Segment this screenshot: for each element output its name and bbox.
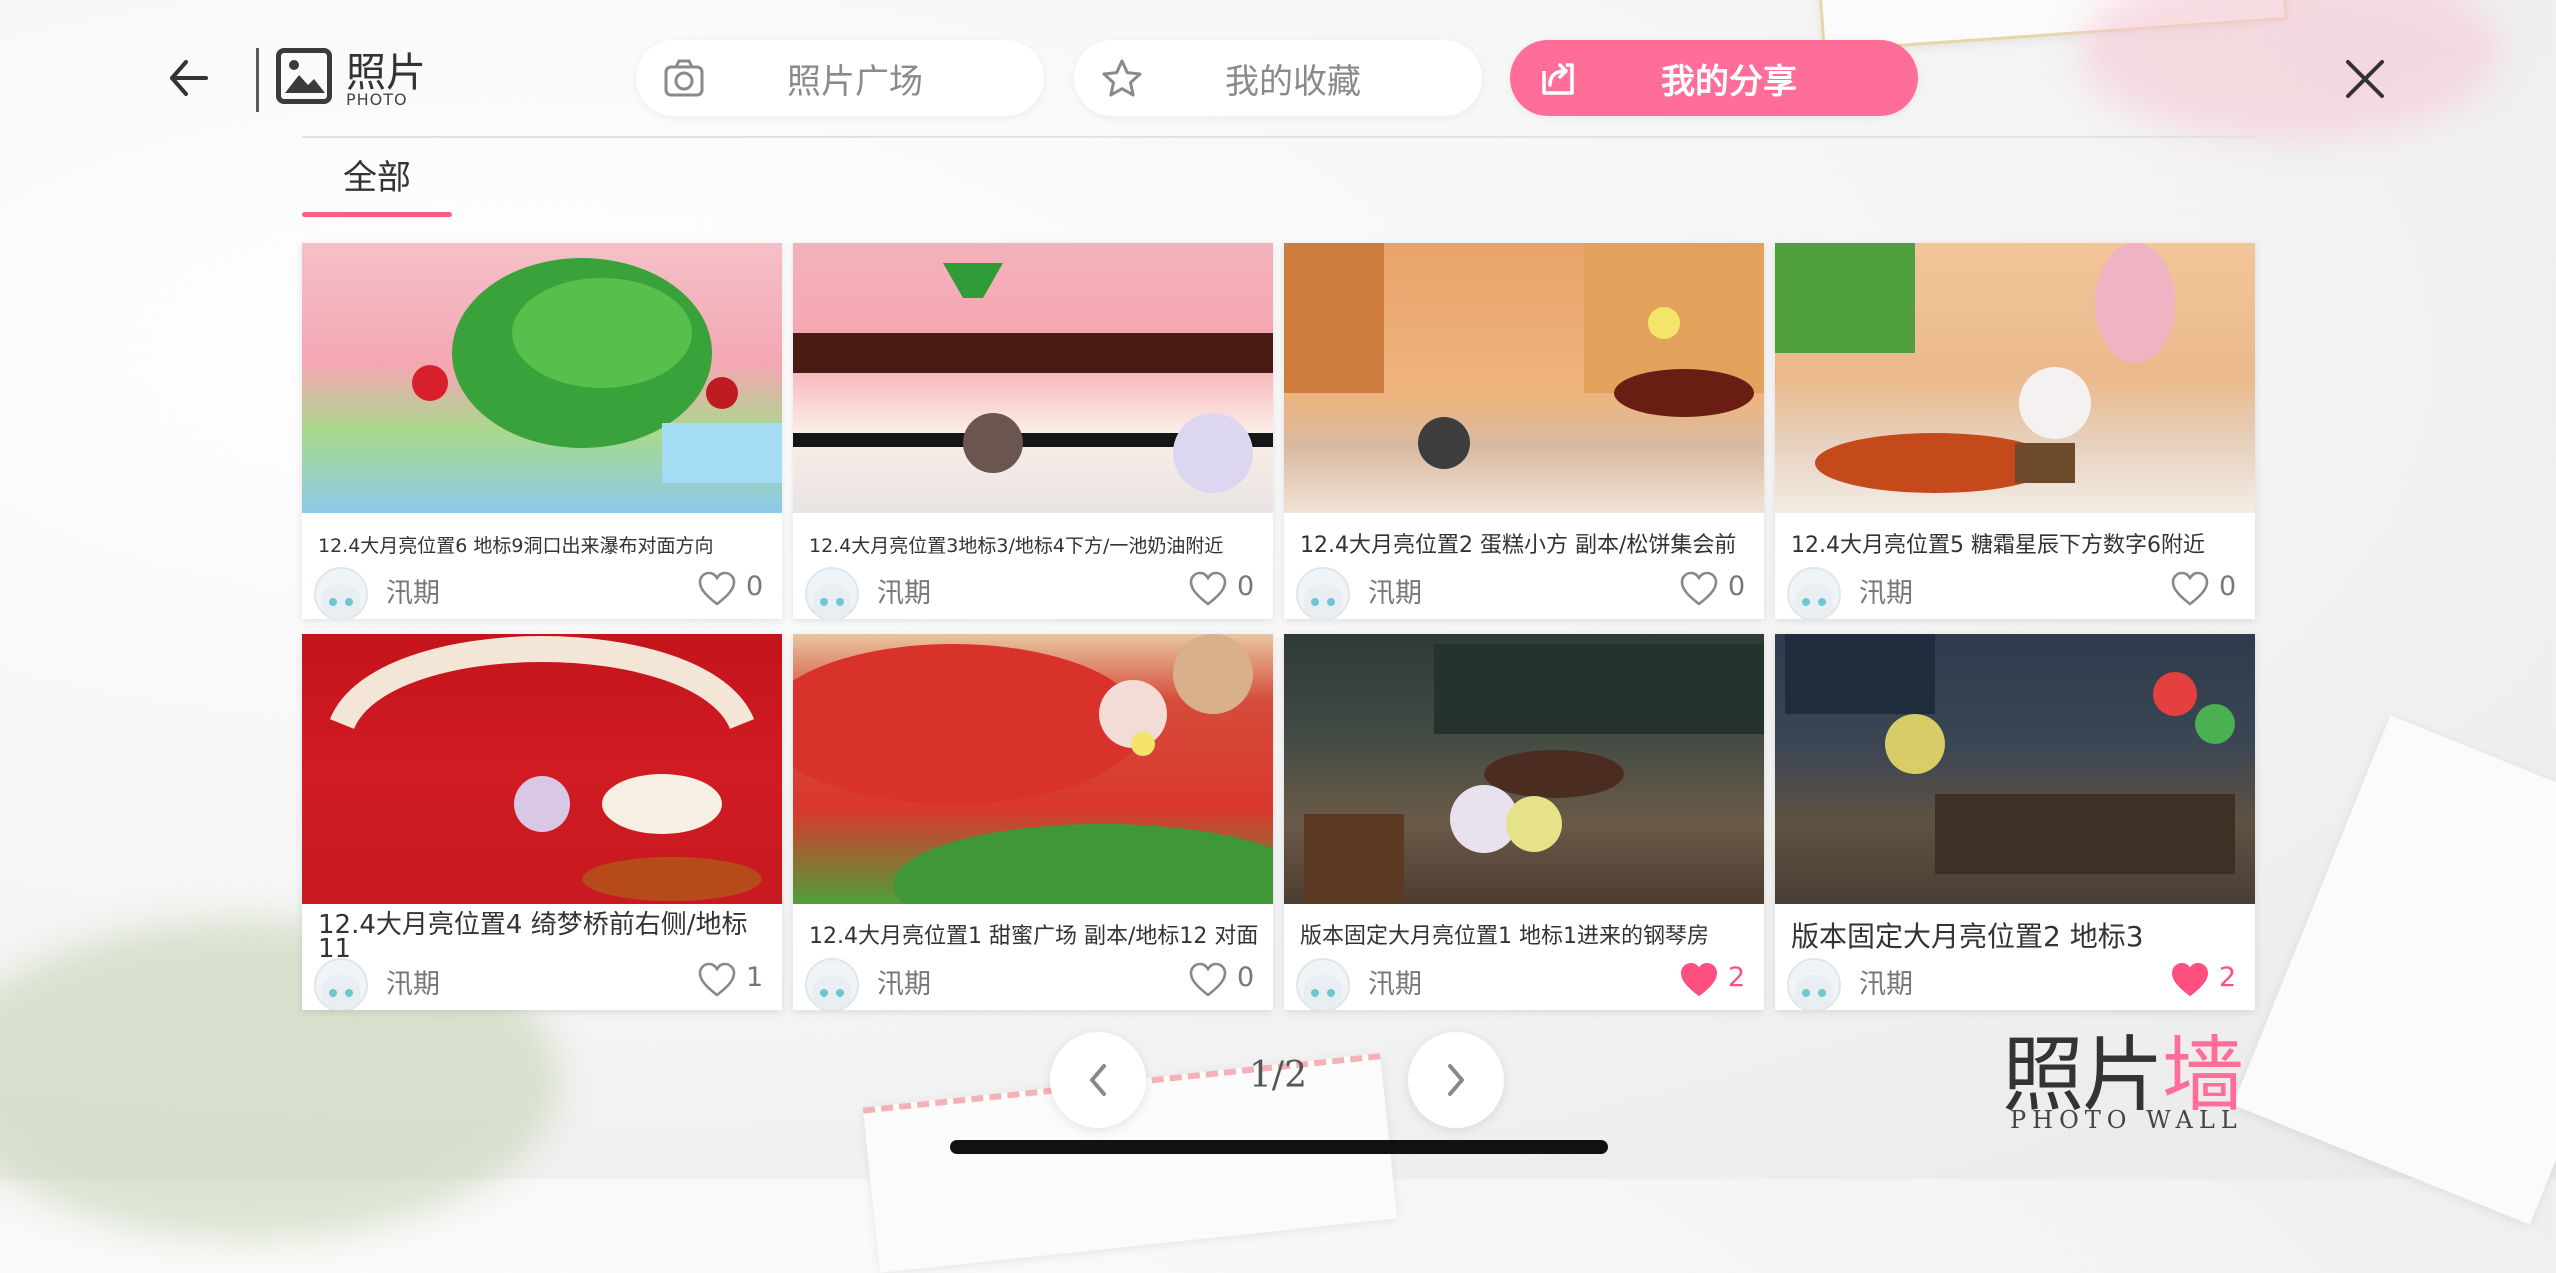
prev-page-button[interactable] — [1050, 1032, 1146, 1128]
photo-caption: 12.4大月亮位置6 地标9洞口出来瀑布对面方向 — [318, 535, 714, 557]
photo-card[interactable]: 12.4大月亮位置1 甜蜜广场 副本/地标12 对面 汛期 0 — [793, 634, 1273, 1010]
heart-filled-icon[interactable] — [1680, 962, 1718, 998]
photo-thumbnail[interactable] — [302, 634, 782, 904]
like-count: 0 — [2219, 571, 2237, 602]
avatar — [314, 958, 368, 1010]
photo-card[interactable]: 12.4大月亮位置2 蛋糕小方 副本/松饼集会前 汛期 0 — [1284, 243, 1764, 619]
avatar — [805, 567, 859, 619]
avatar — [314, 567, 368, 619]
background-envelope — [2232, 715, 2556, 1225]
like-count: 2 — [1728, 962, 1746, 993]
avatar — [1296, 567, 1350, 619]
photo-caption: 12.4大月亮位置2 蛋糕小方 副本/松饼集会前 — [1300, 533, 1737, 558]
filter-tab-all[interactable]: 全部 — [302, 150, 452, 216]
author-name: 汛期 — [386, 578, 440, 609]
photo-thumbnail[interactable] — [1775, 634, 2255, 904]
photo-thumbnail[interactable] — [1284, 634, 1764, 904]
avatar — [1787, 958, 1841, 1010]
photo-wall-logo-subtitle: PHOTO WALL — [2010, 1106, 2243, 1134]
header-divider — [302, 136, 2256, 138]
filter-tab-indicator — [302, 212, 452, 217]
camera-icon — [664, 59, 704, 97]
photo-card[interactable]: 版本固定大月亮位置2 地标3 汛期 2 — [1775, 634, 2255, 1010]
author-name: 汛期 — [1368, 578, 1422, 609]
heart-icon[interactable] — [1189, 962, 1227, 998]
photo-card[interactable]: 12.4大月亮位置4 绮梦桥前右侧/地标11 汛期 1 — [302, 634, 782, 1010]
tab-my-shares[interactable]: 我的分享 — [1510, 40, 1918, 116]
close-icon — [2346, 60, 2384, 98]
avatar — [1787, 567, 1841, 619]
page-subtitle: PHOTO — [346, 90, 408, 109]
page-indicator: 1/2 — [1249, 1055, 1307, 1096]
author-name: 汛期 — [386, 969, 440, 1000]
like-count: 0 — [1728, 571, 1746, 602]
share-icon — [1542, 63, 1574, 95]
photo-caption: 12.4大月亮位置4 绮梦桥前右侧/地标11 — [318, 910, 748, 964]
photo-thumbnail[interactable] — [793, 243, 1273, 513]
tab-photo-plaza[interactable]: 照片广场 — [636, 40, 1044, 116]
photo-thumbnail[interactable] — [1284, 243, 1764, 513]
heart-icon[interactable] — [2171, 571, 2209, 607]
home-indicator[interactable] — [950, 1140, 1608, 1154]
photo-thumbnail[interactable] — [1775, 243, 2255, 513]
author-name: 汛期 — [1859, 969, 1913, 1000]
photo-card[interactable]: 版本固定大月亮位置1 地标1进来的钢琴房 汛期 2 — [1284, 634, 1764, 1010]
heart-icon[interactable] — [1680, 571, 1718, 607]
header-separator — [256, 48, 259, 112]
heart-icon[interactable] — [698, 962, 736, 998]
photo-caption: 版本固定大月亮位置2 地标3 — [1791, 920, 2144, 953]
chevron-right-icon — [1448, 1064, 1464, 1096]
heart-filled-icon[interactable] — [2171, 962, 2209, 998]
photo-card[interactable]: 12.4大月亮位置3地标3/地标4下方/一池奶油附近 汛期 0 — [793, 243, 1273, 619]
like-count: 0 — [746, 571, 764, 602]
photo-caption: 版本固定大月亮位置1 地标1进来的钢琴房 — [1300, 924, 1709, 949]
back-button[interactable] — [160, 48, 220, 108]
photo-icon — [276, 48, 332, 104]
avatar — [1296, 958, 1350, 1010]
photo-thumbnail[interactable] — [302, 243, 782, 513]
like-count: 1 — [746, 962, 764, 993]
close-button[interactable] — [2340, 50, 2390, 106]
author-name: 汛期 — [1368, 969, 1422, 1000]
tab-my-favorites[interactable]: 我的收藏 — [1074, 40, 1482, 116]
author-name: 汛期 — [1859, 578, 1913, 609]
like-count: 0 — [1237, 962, 1255, 993]
author-name: 汛期 — [877, 969, 931, 1000]
author-name: 汛期 — [877, 578, 931, 609]
photo-card[interactable]: 12.4大月亮位置5 糖霜星辰下方数字6附近 汛期 0 — [1775, 243, 2255, 619]
like-count: 2 — [2219, 962, 2237, 993]
heart-icon[interactable] — [1189, 571, 1227, 607]
back-arrow-icon — [170, 60, 208, 96]
heart-icon[interactable] — [698, 571, 736, 607]
next-page-button[interactable] — [1408, 1032, 1504, 1128]
photo-card[interactable]: 12.4大月亮位置6 地标9洞口出来瀑布对面方向 汛期 0 — [302, 243, 782, 619]
photo-thumbnail[interactable] — [793, 634, 1273, 904]
star-icon — [1102, 59, 1142, 97]
background-blossom — [2080, 0, 2500, 140]
chevron-left-icon — [1090, 1064, 1106, 1096]
photo-caption: 12.4大月亮位置5 糖霜星辰下方数字6附近 — [1791, 533, 2205, 558]
photo-caption: 12.4大月亮位置1 甜蜜广场 副本/地标12 对面 — [809, 924, 1259, 949]
like-count: 0 — [1237, 571, 1255, 602]
avatar — [805, 958, 859, 1010]
photo-caption: 12.4大月亮位置3地标3/地标4下方/一池奶油附近 — [809, 535, 1224, 557]
